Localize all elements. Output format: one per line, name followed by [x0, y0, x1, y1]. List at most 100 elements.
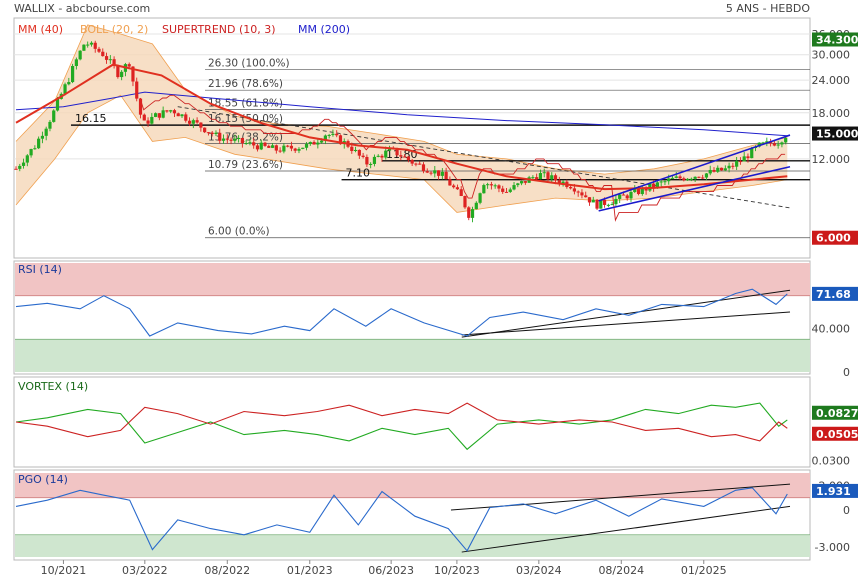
candle-body: [546, 172, 550, 180]
candle-body: [433, 170, 437, 174]
candle-body: [157, 113, 161, 118]
candle-body: [425, 171, 429, 173]
candle-body: [750, 148, 754, 159]
candle-body: [240, 137, 244, 144]
rsi-y-tick: 0: [843, 366, 850, 379]
candle-body: [621, 194, 626, 196]
candle-body: [225, 138, 229, 140]
candle-body: [436, 170, 441, 176]
candle-body: [784, 138, 788, 143]
candle-body: [142, 114, 146, 121]
candle-body: [372, 156, 377, 164]
candle-body: [97, 48, 101, 52]
candle-body: [48, 121, 52, 129]
candle-body: [267, 145, 271, 148]
candle-body: [297, 148, 301, 151]
candle-body: [304, 144, 309, 148]
candle-body: [331, 133, 335, 135]
candle-body: [716, 167, 720, 172]
candle-body: [735, 161, 739, 167]
candle-body: [376, 155, 380, 157]
candle-body: [206, 132, 211, 134]
price-y-tick: 12.000: [812, 153, 851, 166]
candle-body: [78, 50, 82, 60]
candle-body: [519, 181, 524, 184]
candle-body: [274, 145, 278, 151]
candle-body: [82, 44, 86, 51]
fib-level-label: 26.30 (100.0%): [208, 58, 290, 70]
candle-body: [655, 182, 660, 188]
candle-body: [101, 51, 105, 57]
candle-body: [353, 149, 358, 152]
candle-body: [591, 199, 595, 203]
candle-body: [508, 189, 512, 192]
x-axis: 10/2021 03/2022 08/2022 01/2023 06/2023 10/20…: [41, 560, 727, 577]
candle-body: [576, 191, 580, 193]
candle-body: [259, 142, 263, 150]
value-badge-label: 1.931: [816, 485, 851, 498]
candle-body: [221, 138, 226, 141]
candle-body: [670, 177, 675, 179]
candle-body: [214, 132, 218, 135]
candle-body: [161, 110, 165, 118]
candle-body: [165, 110, 169, 112]
value-badge-label: 34.300: [816, 33, 859, 46]
candle-body: [361, 155, 365, 157]
candle-body: [263, 142, 267, 146]
fib-level-label: 6.00 (0.0%): [208, 226, 270, 238]
vortex-title: VORTEX (14): [18, 380, 88, 393]
candle-body: [21, 162, 26, 166]
candle-body: [704, 173, 709, 178]
candle-body: [380, 155, 384, 158]
candle-body: [176, 113, 180, 117]
candle-body: [776, 144, 780, 146]
price-y-tick: 18.000: [812, 107, 851, 120]
candle-body: [67, 82, 71, 85]
candle-body: [727, 165, 731, 169]
x-tick-label: 03/2022: [122, 564, 168, 577]
candle-body: [595, 199, 599, 209]
candle-body: [584, 195, 588, 198]
candle-body: [667, 178, 671, 182]
candle-body: [229, 139, 233, 141]
candle-body: [414, 163, 418, 165]
x-tick-label: 01/2025: [681, 564, 727, 577]
candle-body: [535, 177, 539, 180]
candle-body: [678, 176, 682, 179]
price-y-tick: 30.000: [812, 49, 851, 62]
candle-body: [504, 191, 509, 193]
candle-body: [723, 168, 727, 171]
candle-body: [731, 165, 735, 167]
candle-body: [738, 161, 743, 163]
support-line-label: 7.10: [346, 167, 371, 180]
candle-body: [180, 114, 184, 117]
value-badge-label: 71.68: [816, 288, 851, 301]
legend-entry: SUPERTREND (10, 3): [162, 23, 276, 36]
candle-body: [169, 110, 173, 112]
candle-body: [708, 169, 712, 174]
candle-body: [320, 140, 324, 143]
candle-body: [150, 116, 154, 124]
candle-body: [293, 148, 297, 151]
candle-body: [421, 164, 426, 172]
candle-body: [369, 163, 373, 165]
value-badge-label: 0.0827: [816, 407, 858, 420]
value-badge-label: 15.000: [816, 128, 859, 141]
candle-body: [74, 59, 78, 67]
candle-body: [89, 42, 94, 45]
candle-body: [184, 114, 188, 121]
candle-body: [108, 59, 112, 61]
candle-body: [350, 146, 354, 152]
candle-body: [482, 185, 486, 194]
candle-body: [399, 155, 403, 157]
candle-body: [278, 150, 282, 152]
candle-body: [701, 177, 705, 179]
candle-body: [452, 185, 456, 188]
candle-body: [772, 143, 776, 146]
candle-body: [218, 132, 222, 141]
candle-body: [478, 193, 482, 203]
candle-body: [501, 188, 505, 192]
candle-body: [37, 138, 41, 149]
x-tick-label: 08/2024: [598, 564, 644, 577]
candle-body: [270, 145, 275, 148]
